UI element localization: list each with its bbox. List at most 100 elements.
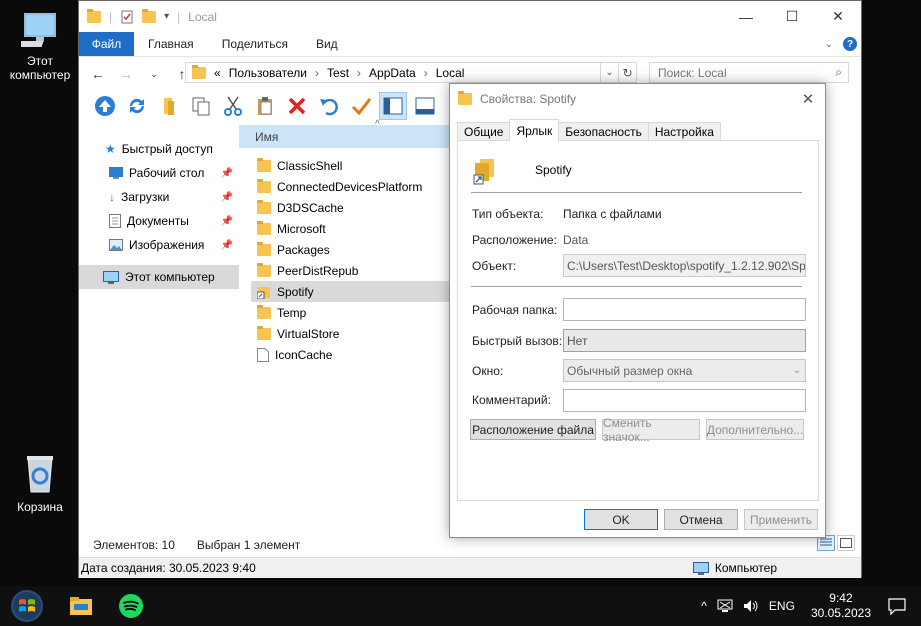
- pin-icon[interactable]: 📌: [221, 216, 233, 227]
- ok-button[interactable]: OK: [584, 509, 658, 530]
- undo-icon[interactable]: [315, 92, 343, 120]
- desktop-icon-this-pc[interactable]: Этот компьютер: [2, 10, 78, 82]
- taskbar-explorer[interactable]: [56, 586, 106, 626]
- crumb-local[interactable]: Local: [436, 66, 465, 80]
- taskbar-spotify[interactable]: [106, 586, 156, 626]
- comment-field[interactable]: [563, 389, 806, 412]
- address-bar[interactable]: « Пользователи › Test › AppData › Local …: [185, 62, 637, 83]
- nav-this-pc[interactable]: Этот компьютер: [79, 265, 239, 289]
- tab-view[interactable]: Вид: [302, 32, 352, 56]
- documents-icon: [109, 214, 121, 228]
- new-folder-icon[interactable]: [142, 8, 157, 23]
- copy-icon[interactable]: [187, 92, 215, 120]
- preview-pane-icon[interactable]: [379, 92, 407, 120]
- forward-button[interactable]: →: [115, 66, 137, 82]
- file-row[interactable]: D3DSCache: [251, 197, 451, 218]
- tab-file[interactable]: Файл: [79, 32, 134, 56]
- dialog-titlebar: Свойства: Spotify ✕: [450, 84, 825, 114]
- delete-icon[interactable]: [283, 92, 311, 120]
- window-label: Окно:: [472, 364, 504, 378]
- address-prefix[interactable]: «: [214, 66, 221, 80]
- file-row[interactable]: ClassicShell: [251, 155, 451, 176]
- open-file-location-button[interactable]: Расположение файла: [470, 419, 596, 440]
- tab-security[interactable]: Безопасность: [558, 122, 649, 141]
- workdir-label: Рабочая папка:: [472, 303, 558, 317]
- address-dropdown-icon[interactable]: ⌄: [600, 63, 618, 82]
- recent-dropdown-button[interactable]: ⌄: [143, 69, 165, 80]
- start-button[interactable]: [0, 589, 54, 623]
- up-folder-icon[interactable]: [91, 92, 119, 120]
- column-header-name[interactable]: Имя ^: [239, 119, 449, 148]
- desktop-icon-recycle-bin[interactable]: Корзина: [2, 452, 78, 514]
- window-select[interactable]: Обычный размер окна ⌄: [563, 359, 806, 382]
- desktop-icon-recycle-bin-label: Корзина: [17, 500, 63, 514]
- file-row[interactable]: Packages: [251, 239, 451, 260]
- target-field[interactable]: C:\Users\Test\Desktop\spotify_1.2.12.902…: [563, 254, 806, 277]
- crumb-users[interactable]: Пользователи: [229, 66, 307, 80]
- pin-icon[interactable]: 📌: [221, 168, 233, 179]
- nav-quick-access-label: Быстрый доступ: [121, 142, 213, 156]
- tab-general[interactable]: Общие: [457, 122, 511, 141]
- tray-overflow-icon[interactable]: ^: [701, 599, 707, 613]
- hotkey-field[interactable]: Нет: [563, 329, 806, 352]
- search-placeholder: Поиск: Local: [658, 65, 727, 80]
- clock[interactable]: 9:42 30.05.2023: [811, 591, 871, 621]
- file-row[interactable]: ConnectedDevicesPlatform: [251, 176, 451, 197]
- folders-icon[interactable]: [155, 92, 183, 120]
- status-selected: Выбран 1 элемент: [196, 538, 301, 552]
- search-input[interactable]: Поиск: Local ⌕: [649, 62, 849, 83]
- paste-icon[interactable]: [251, 92, 279, 120]
- large-icons-view-icon[interactable]: [837, 535, 855, 551]
- file-row[interactable]: Temp: [251, 302, 451, 323]
- properties-icon[interactable]: [120, 10, 134, 24]
- crumb-test[interactable]: Test: [327, 66, 349, 80]
- notifications-icon[interactable]: [881, 597, 911, 615]
- file-row[interactable]: IconCache: [251, 344, 451, 365]
- crumb-appdata[interactable]: AppData: [369, 66, 416, 80]
- apply-button[interactable]: Применить: [744, 509, 818, 530]
- status-bar: Элементов: 10 Выбран 1 элемент: [79, 535, 861, 555]
- recycle-bin-icon: [27, 456, 53, 493]
- back-button[interactable]: ←: [87, 66, 109, 82]
- pin-icon[interactable]: 📌: [221, 192, 233, 203]
- file-row[interactable]: VirtualStore: [251, 323, 451, 344]
- crumb-sep-icon: ›: [423, 65, 428, 80]
- refresh-icon[interactable]: ↻: [618, 63, 636, 82]
- language-indicator[interactable]: ENG: [769, 599, 795, 613]
- cancel-button[interactable]: Отмена: [664, 509, 738, 530]
- file-row[interactable]: Spotify: [251, 281, 451, 302]
- file-row[interactable]: Microsoft: [251, 218, 451, 239]
- dialog-close-button[interactable]: ✕: [791, 90, 825, 108]
- workdir-field[interactable]: [563, 298, 806, 321]
- nav-documents[interactable]: Документы 📌: [79, 209, 239, 233]
- minimize-button[interactable]: —: [723, 1, 769, 32]
- monitor-icon: [103, 270, 119, 284]
- close-button[interactable]: ✕: [815, 1, 861, 32]
- tab-customize[interactable]: Настройка: [647, 122, 721, 141]
- details-pane-icon[interactable]: [411, 92, 439, 120]
- expand-ribbon-icon[interactable]: ⌄: [825, 39, 833, 50]
- select-icon[interactable]: [347, 92, 375, 120]
- monitor-icon: [21, 13, 56, 47]
- advanced-button[interactable]: Дополнительно...: [706, 419, 804, 440]
- pin-icon[interactable]: 📌: [221, 240, 233, 251]
- maximize-button[interactable]: ☐: [769, 1, 815, 32]
- nav-pictures[interactable]: Изображения 📌: [79, 233, 239, 257]
- cut-icon[interactable]: [219, 92, 247, 120]
- change-icon-button[interactable]: Сменить значок...: [602, 416, 700, 444]
- nav-desktop[interactable]: Рабочий стол 📌: [79, 161, 239, 185]
- help-icon[interactable]: ?: [843, 37, 857, 51]
- tab-shortcut[interactable]: Ярлык: [509, 119, 560, 141]
- tab-share[interactable]: Поделиться: [208, 32, 302, 56]
- nav-downloads[interactable]: ↓ Загрузки 📌: [79, 185, 239, 209]
- refresh-toolbar-icon[interactable]: [123, 92, 151, 120]
- tab-home[interactable]: Главная: [134, 32, 208, 56]
- properties-dialog: Свойства: Spotify ✕ Общие Ярлык Безопасн…: [449, 83, 826, 538]
- speaker-icon[interactable]: [743, 599, 759, 613]
- nav-quick-access[interactable]: ★ Быстрый доступ: [79, 137, 239, 161]
- network-icon[interactable]: [717, 599, 733, 613]
- location-value: Data: [563, 233, 589, 247]
- file-row[interactable]: PeerDistRepub: [251, 260, 451, 281]
- file-icon: [257, 347, 269, 362]
- qa-dropdown-icon[interactable]: ▾: [164, 11, 169, 22]
